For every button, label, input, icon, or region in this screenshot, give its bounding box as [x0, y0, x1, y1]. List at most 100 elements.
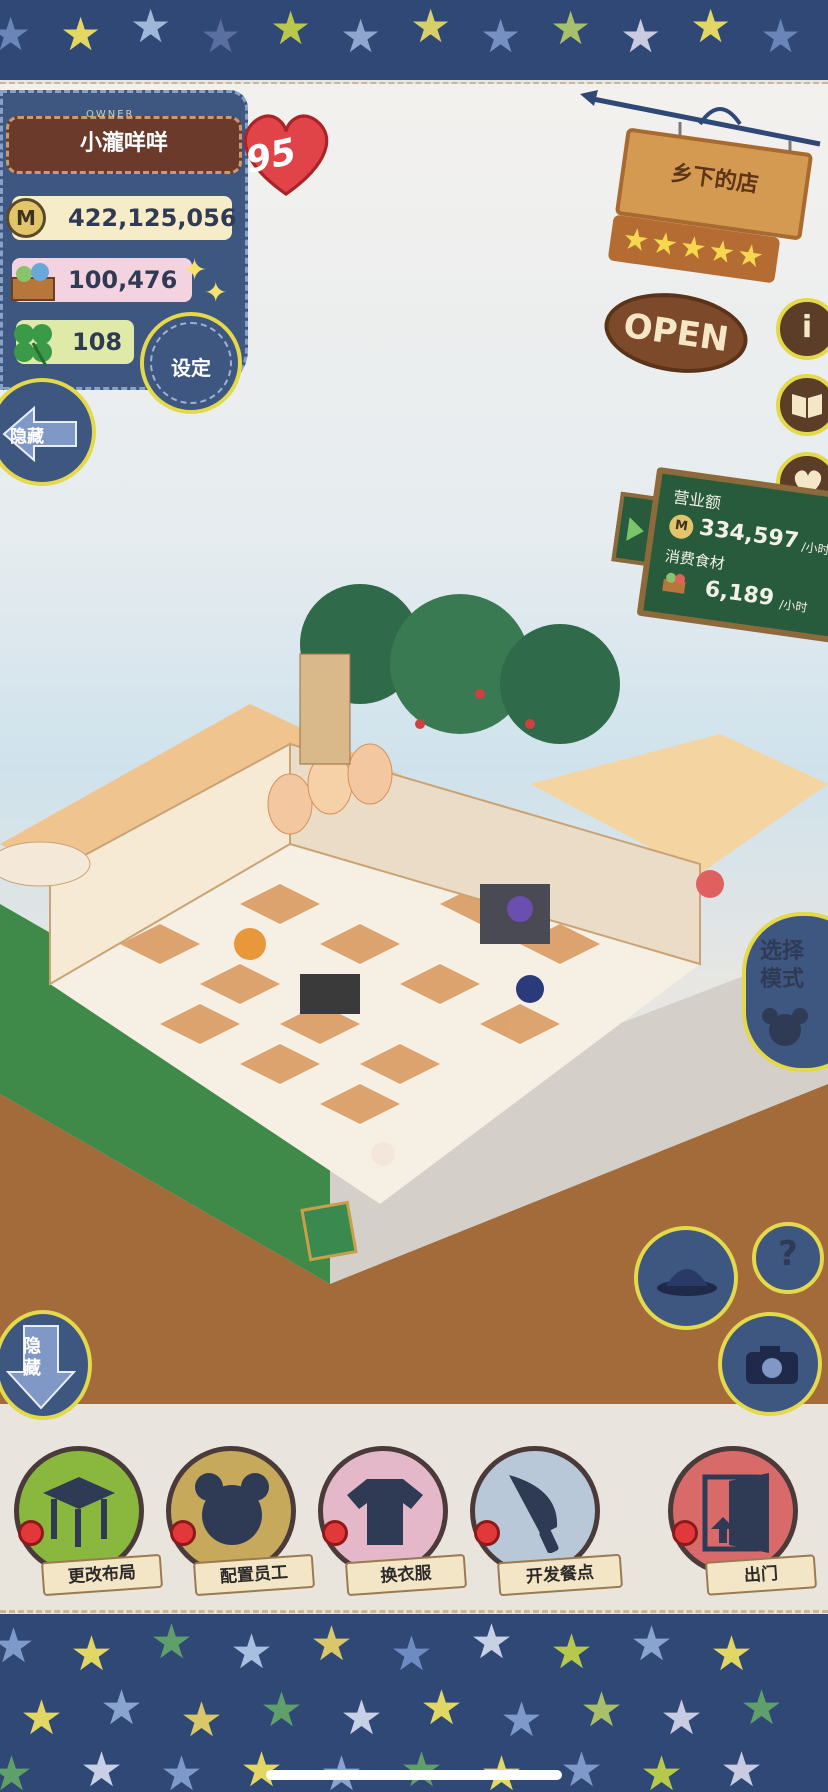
staff-scarecrow[interactable] [516, 975, 544, 1003]
svg-text:★: ★ [400, 1742, 443, 1792]
table-icon [43, 1477, 115, 1547]
hide-panel-label: 隐藏 [10, 427, 44, 447]
stars-pattern-bottom: ★ ★ ★ ★ ★ ★ ★ ★ ★ ★ ★ ★ ★ ★ ★ ★ ★ ★ ★ ★ ★ ★ ★ ★ ★ ★ ★… [0, 1614, 783, 1792]
pin-icon [322, 1520, 348, 1546]
svg-text:★: ★ [0, 7, 31, 61]
pin-icon [18, 1520, 44, 1546]
sparkle-stars-icon: ✦ ✦ [182, 253, 227, 306]
svg-text:★: ★ [60, 7, 101, 61]
revenue-value: 334,597 [697, 515, 801, 555]
camera-icon [746, 1346, 798, 1384]
svg-text:★: ★ [760, 9, 801, 63]
svg-text:★: ★ [70, 1626, 113, 1682]
pin-icon [170, 1520, 196, 1546]
svg-text:★: ★ [100, 1680, 143, 1736]
svg-text:★: ★ [550, 1, 591, 55]
bottom-stitch [0, 1610, 828, 1613]
svg-text:★: ★ [340, 1690, 383, 1746]
svg-text:★: ★ [660, 1690, 703, 1746]
svg-text:★: ★ [470, 1614, 513, 1670]
svg-text:★: ★ [560, 1742, 603, 1792]
camera-button[interactable] [718, 1312, 822, 1416]
right-arrow-icon [626, 517, 644, 541]
open-sign-label: OPEN [620, 305, 732, 361]
svg-text:★: ★ [390, 1626, 433, 1682]
svg-text:★: ★ [410, 0, 451, 53]
svg-text:★: ★ [420, 1680, 463, 1736]
customer-cat[interactable] [371, 1142, 395, 1166]
customer-balloon[interactable] [696, 870, 724, 898]
svg-text:★: ★ [710, 1626, 753, 1682]
svg-text:✦: ✦ [204, 276, 227, 306]
ingredients-value: 100,476 [68, 266, 178, 294]
svg-text:★: ★ [150, 1614, 193, 1670]
revenue-coin-icon: M [667, 513, 695, 541]
settings-button[interactable]: 设定 [140, 312, 242, 414]
help-button[interactable]: ? [752, 1222, 824, 1294]
svg-text:★: ★ [340, 9, 381, 63]
svg-text:★: ★ [580, 1682, 623, 1738]
svg-text:★: ★ [240, 1742, 283, 1792]
clovers-value: 108 [72, 328, 123, 356]
home-indicator[interactable] [266, 1770, 562, 1780]
svg-text:★: ★ [690, 0, 731, 53]
svg-text:★: ★ [310, 1616, 353, 1672]
bear-icon [195, 1473, 269, 1545]
svg-text:★: ★ [270, 1, 311, 55]
svg-text:★: ★ [620, 9, 661, 63]
consumption-value: 6,189 [703, 576, 776, 612]
svg-text:★: ★ [0, 1746, 33, 1792]
pin-icon [672, 1520, 698, 1546]
hat-button[interactable] [634, 1226, 738, 1330]
select-mode-button[interactable]: 选择模式 [742, 912, 828, 1072]
svg-text:★: ★ [0, 1618, 35, 1674]
owner-caption: OWNER [86, 109, 135, 120]
svg-text:★: ★ [480, 9, 521, 63]
svg-text:★: ★ [160, 1746, 203, 1792]
revenue-unit: /小时 [800, 539, 828, 558]
shirt-icon [347, 1479, 423, 1545]
svg-text:★: ★ [740, 1680, 783, 1736]
consumption-basket-icon [662, 572, 686, 594]
svg-text:★: ★ [480, 1746, 523, 1792]
revenue-chalkboard: 营业额 M 334,597 /小时 消费食材 6,189 /小时 [636, 466, 828, 644]
door-icon [702, 1473, 769, 1553]
svg-text:★: ★ [80, 1742, 123, 1792]
owner-name-plate[interactable]: 小瀧咩咩 [6, 116, 242, 174]
svg-text:★: ★ [260, 1682, 303, 1738]
top-star-border: ★ ★ ★ ★ ★ ★ ★ ★ ★ ★ ★ ★ [0, 0, 828, 80]
svg-text:★: ★ [640, 1746, 683, 1792]
pin-icon [474, 1520, 500, 1546]
svg-text:★: ★ [720, 1742, 763, 1792]
clover-icon [14, 324, 52, 367]
bookshelf[interactable] [299, 653, 351, 765]
svg-text:★: ★ [230, 1624, 273, 1680]
bottom-star-border: ★ ★ ★ ★ ★ ★ ★ ★ ★ ★ ★ ★ ★ ★ ★ ★ ★ ★ ★ ★ ★ ★ ★ ★ ★ ★ ★… [0, 1614, 828, 1792]
tv-furniture[interactable] [300, 974, 360, 1014]
settings-label: 设定 [171, 356, 211, 380]
revenue-label: 营业额 [672, 487, 723, 513]
coins-value: 422,125,056 [68, 204, 237, 232]
svg-text:★: ★ [320, 1746, 363, 1792]
staff-rabbit[interactable] [234, 928, 266, 960]
stars-pattern-top: ★ ★ ★ ★ ★ ★ ★ ★ ★ ★ ★ ★ [0, 0, 801, 63]
ingredients-basket-icon [11, 263, 55, 301]
shop-name: 乡下的店 [669, 161, 760, 199]
bear-silhouette-icon [762, 1008, 808, 1046]
bathtub[interactable] [0, 841, 91, 887]
help-icon: ? [778, 1234, 798, 1274]
hide-bottom-label: 隐藏 [23, 1336, 41, 1379]
svg-text:★: ★ [130, 0, 171, 53]
knife-icon [509, 1475, 559, 1553]
hat-icon [657, 1269, 717, 1296]
svg-text:★: ★ [200, 9, 241, 63]
consumption-unit: /小时 [778, 597, 809, 615]
select-mode-label: 选择模式 [760, 939, 805, 992]
menu-sign[interactable] [300, 1200, 358, 1262]
svg-text:★: ★ [20, 1690, 63, 1746]
info-icon: i [801, 310, 813, 345]
book-icon [792, 394, 822, 418]
staff-cat-purple[interactable] [507, 896, 533, 922]
coin-icon: M [6, 198, 46, 238]
svg-text:★: ★ [550, 1624, 593, 1680]
